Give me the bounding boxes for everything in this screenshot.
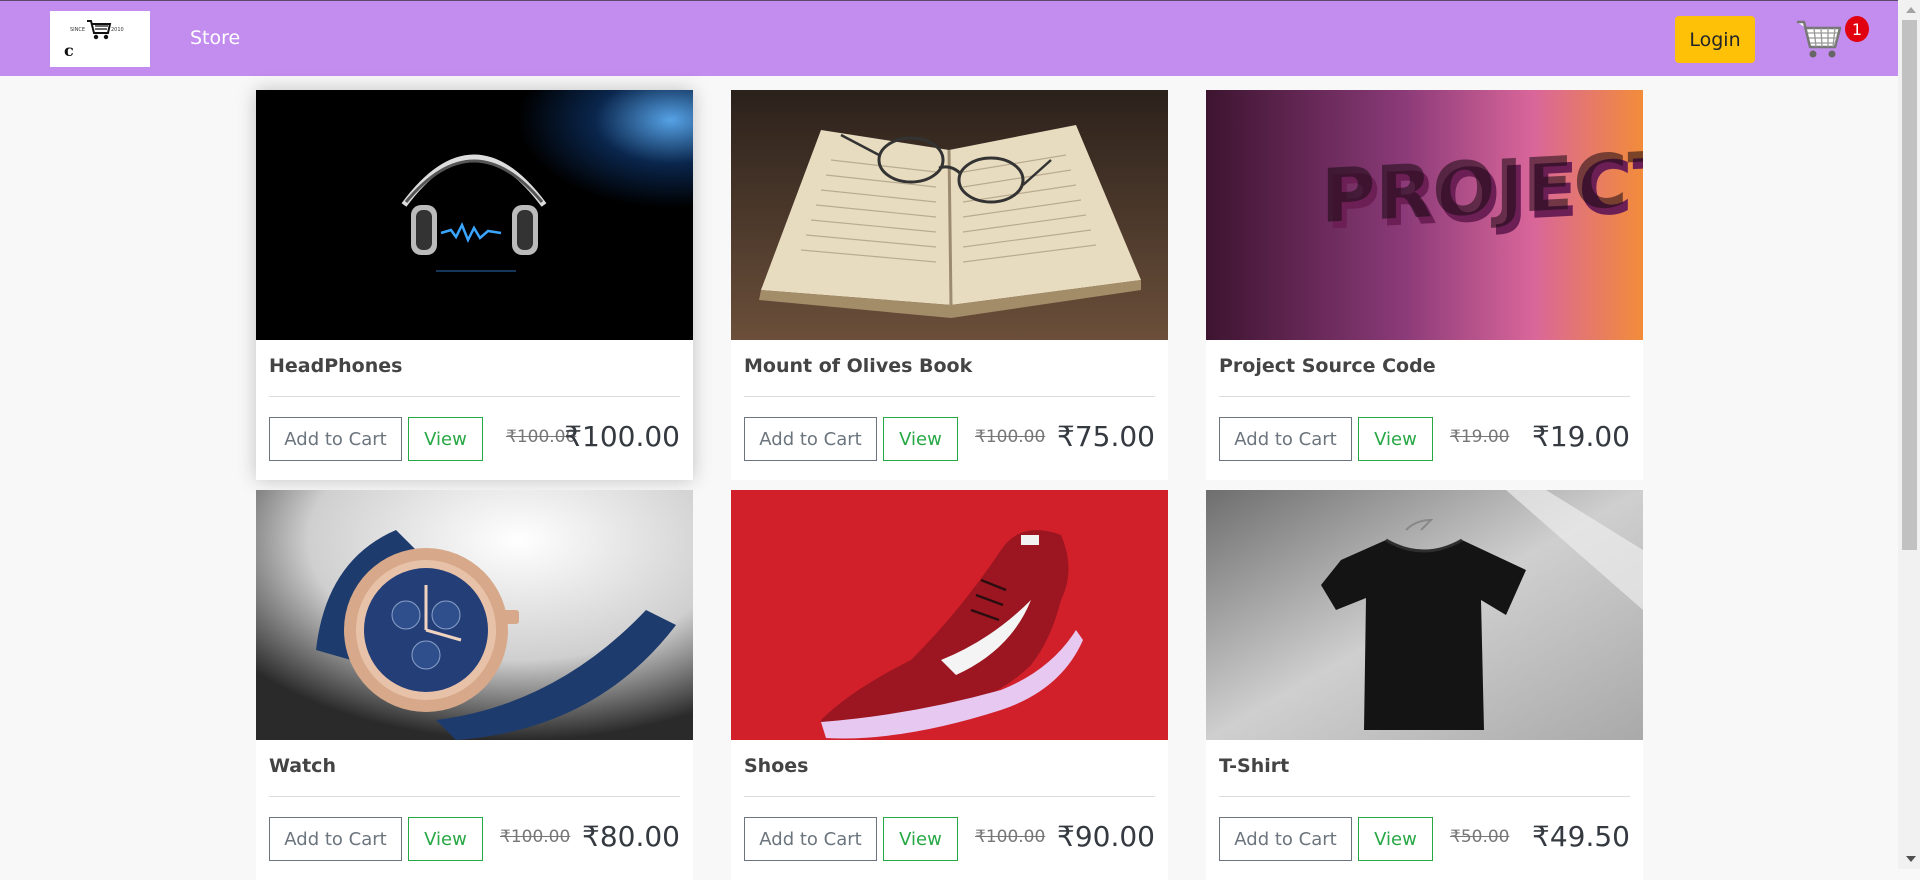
card-divider	[1219, 396, 1630, 397]
sale-price: ₹49.50	[1532, 820, 1630, 853]
shoe-image[interactable]	[731, 490, 1168, 740]
watch-illustration	[256, 490, 693, 740]
product-title[interactable]: Shoes	[744, 755, 808, 777]
product-card: T-Shirt Add to Cart View ₹50.00 ₹49.50	[1206, 490, 1643, 880]
projects-illustration: PROJECTS PROJECTS	[1206, 90, 1643, 340]
original-price: ₹100.00	[975, 827, 1046, 847]
product-card: HeadPhones Add to Cart View ₹100.00 ₹100…	[256, 90, 693, 480]
product-card: Shoes Add to Cart View ₹100.00 ₹90.00	[731, 490, 1168, 880]
product-title[interactable]: T-Shirt	[1219, 755, 1289, 777]
product-card: PROJECTS PROJECTS Project Source Code Ad…	[1206, 90, 1643, 480]
headphones-image[interactable]	[256, 90, 693, 340]
add-to-cart-button[interactable]: Add to Cart	[269, 417, 402, 461]
card-divider	[1219, 796, 1630, 797]
product-title[interactable]: HeadPhones	[269, 355, 402, 377]
sale-price: ₹100.00	[564, 420, 680, 453]
shoe-illustration	[731, 490, 1168, 740]
view-button[interactable]: View	[408, 817, 483, 861]
headphones-illustration	[256, 90, 693, 340]
view-button[interactable]: View	[1358, 817, 1433, 861]
scroll-down-arrow-icon[interactable]	[1906, 856, 1916, 862]
product-card: Mount of Olives Book Add to Cart View ₹1…	[731, 90, 1168, 480]
sale-price: ₹90.00	[1057, 820, 1155, 853]
tshirt-illustration	[1206, 490, 1643, 740]
add-to-cart-button[interactable]: Add to Cart	[744, 817, 877, 861]
add-to-cart-button[interactable]: Add to Cart	[269, 817, 402, 861]
sale-price: ₹80.00	[582, 820, 680, 853]
card-divider	[269, 396, 680, 397]
sale-price: ₹19.00	[1532, 420, 1630, 453]
card-divider	[744, 396, 1155, 397]
product-grid: HeadPhones Add to Cart View ₹100.00 ₹100…	[0, 0, 1898, 880]
product-title[interactable]: Watch	[269, 755, 336, 777]
tshirt-image[interactable]	[1206, 490, 1643, 740]
original-price: ₹50.00	[1450, 827, 1510, 847]
book-glasses-image[interactable]	[731, 90, 1168, 340]
original-price: ₹100.00	[975, 427, 1046, 447]
add-to-cart-button[interactable]: Add to Cart	[1219, 817, 1352, 861]
view-button[interactable]: View	[1358, 417, 1433, 461]
original-price: ₹100.00	[500, 827, 571, 847]
watch-image[interactable]	[256, 490, 693, 740]
sale-price: ₹75.00	[1057, 420, 1155, 453]
book-illustration	[731, 90, 1168, 340]
product-card: Watch Add to Cart View ₹100.00 ₹80.00	[256, 490, 693, 880]
card-divider	[269, 796, 680, 797]
original-price: ₹19.00	[1450, 427, 1510, 447]
scroll-up-arrow-icon[interactable]	[1906, 7, 1916, 13]
view-button[interactable]: View	[408, 417, 483, 461]
product-title[interactable]: Mount of Olives Book	[744, 355, 972, 377]
product-title[interactable]: Project Source Code	[1219, 355, 1436, 377]
card-divider	[744, 796, 1155, 797]
scrollbar-thumb[interactable]	[1902, 20, 1917, 550]
projects-image[interactable]: PROJECTS PROJECTS	[1206, 90, 1643, 340]
view-button[interactable]: View	[883, 417, 958, 461]
view-button[interactable]: View	[883, 817, 958, 861]
add-to-cart-button[interactable]: Add to Cart	[1219, 417, 1352, 461]
add-to-cart-button[interactable]: Add to Cart	[744, 417, 877, 461]
